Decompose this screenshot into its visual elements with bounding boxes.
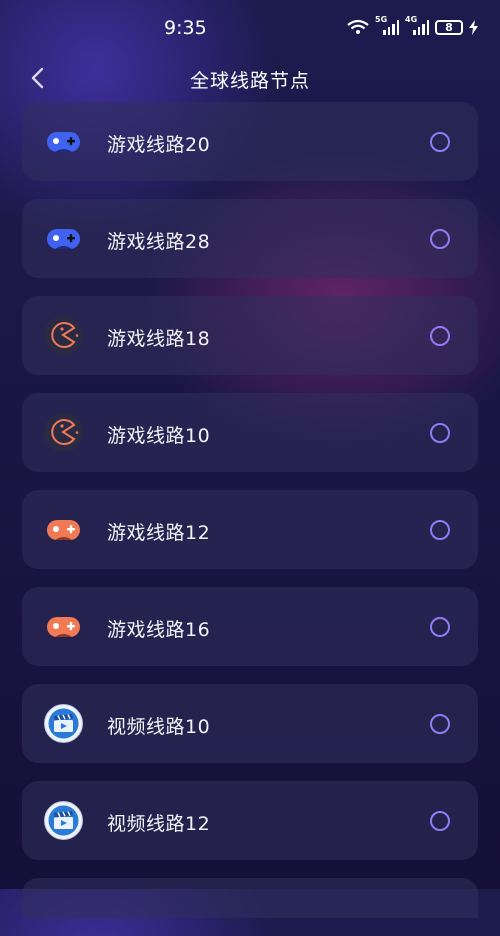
battery-icon: 8 — [435, 19, 463, 35]
radio-button[interactable] — [430, 811, 450, 831]
status-bar: 9:35 5G 4G 8 — [0, 0, 500, 56]
list-item[interactable]: 游戏线路20 — [22, 102, 478, 181]
status-icons: 5G 4G 8 — [347, 15, 478, 35]
blue-gamepad-icon — [43, 121, 84, 162]
list-item-partial[interactable] — [22, 878, 478, 918]
list-item[interactable]: 游戏线路12 — [22, 490, 478, 569]
list-item[interactable]: 游戏线路28 — [22, 199, 478, 278]
node-label: 游戏线路28 — [107, 231, 211, 253]
pacman-icon — [43, 315, 84, 356]
radio-button[interactable] — [430, 326, 450, 346]
node-label: 游戏线路16 — [107, 619, 211, 641]
wifi-icon — [347, 19, 369, 34]
list-item[interactable]: 游戏线路16 — [22, 587, 478, 666]
list-item[interactable]: 游戏线路18 — [22, 296, 478, 375]
header: 全球线路节点 — [0, 56, 500, 100]
orange-gamepad-icon — [43, 606, 84, 647]
signal-4g-icon: 4G — [405, 15, 429, 35]
radio-button[interactable] — [430, 617, 450, 637]
charging-icon — [469, 19, 478, 35]
node-label: 视频线路10 — [107, 716, 211, 738]
orange-gamepad-icon — [43, 509, 84, 550]
radio-button[interactable] — [430, 714, 450, 734]
node-list: 游戏线路20 游戏线路28 游戏线路18 游戏线路10 游戏线路12 游戏线路1… — [22, 102, 478, 936]
video-clapper-icon — [43, 703, 84, 744]
radio-button[interactable] — [430, 423, 450, 443]
node-label: 游戏线路12 — [107, 522, 211, 544]
video-clapper-icon — [43, 800, 84, 841]
status-time: 9:35 — [164, 17, 207, 39]
list-item[interactable]: 视频线路12 — [22, 781, 478, 860]
list-item[interactable]: 游戏线路10 — [22, 393, 478, 472]
node-label: 游戏线路20 — [107, 134, 211, 156]
pacman-icon — [43, 412, 84, 453]
blue-gamepad-icon — [43, 218, 84, 259]
page-title: 全球线路节点 — [189, 70, 310, 92]
node-label: 视频线路12 — [107, 813, 211, 835]
list-item[interactable]: 视频线路10 — [22, 684, 478, 763]
radio-button[interactable] — [430, 229, 450, 249]
signal-5g-icon: 5G — [375, 15, 399, 35]
node-label: 游戏线路18 — [107, 328, 211, 350]
radio-button[interactable] — [430, 520, 450, 540]
radio-button[interactable] — [430, 132, 450, 152]
node-label: 游戏线路10 — [107, 425, 211, 447]
